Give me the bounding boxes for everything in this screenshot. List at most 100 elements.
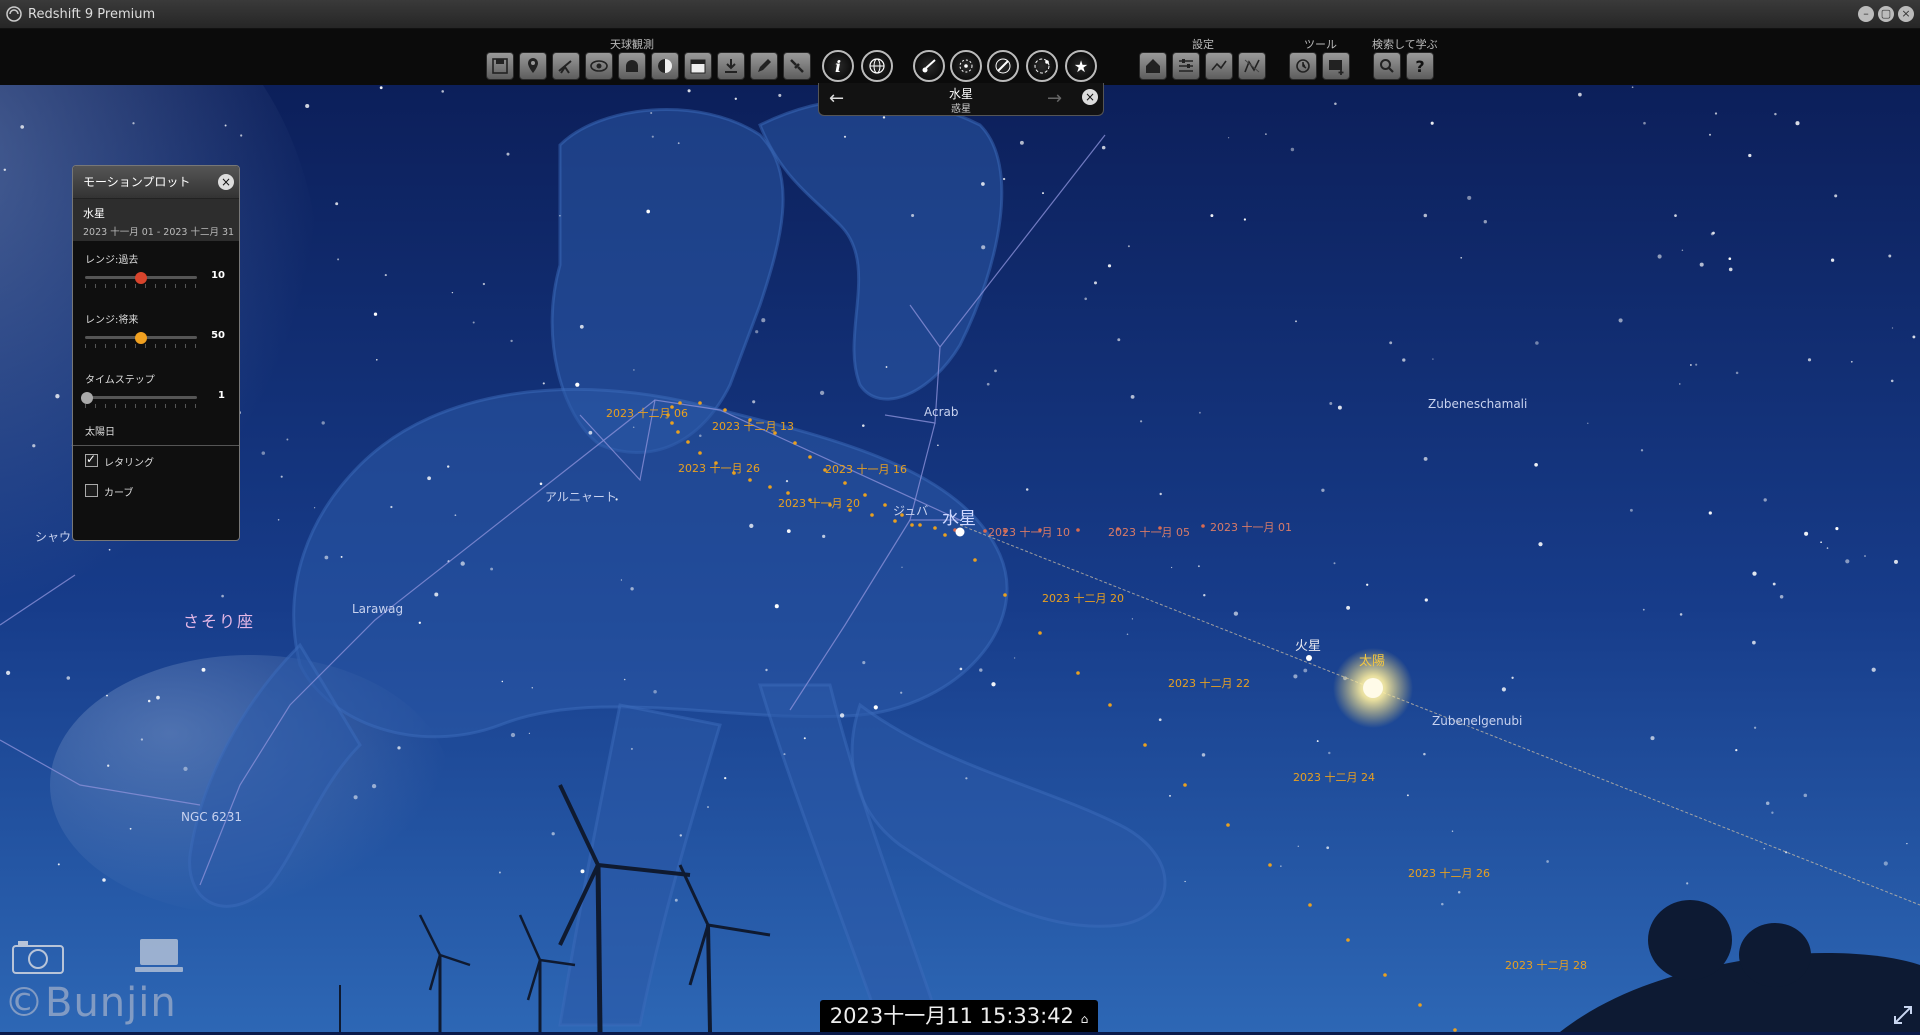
star (506, 152, 510, 156)
star (1699, 262, 1704, 267)
star (1511, 676, 1514, 679)
calendar-button[interactable] (684, 52, 712, 80)
star (1765, 801, 1770, 806)
orbit-button[interactable] (1026, 50, 1058, 82)
label-larawag[interactable]: Larawag (352, 602, 403, 616)
maximize-button[interactable]: ▢ (1878, 6, 1894, 22)
satellite-button[interactable] (783, 52, 811, 80)
constellation-icon (1211, 60, 1227, 71)
star (991, 682, 996, 687)
star (542, 382, 545, 385)
time-step-track[interactable] (85, 396, 197, 399)
moon-phase-button[interactable] (651, 52, 679, 80)
track-button[interactable] (913, 50, 945, 82)
label-jabbah[interactable]: ジュバ (893, 504, 928, 518)
label-ngc6231[interactable]: NGC 6231 (181, 810, 242, 824)
label-zubeneschamali[interactable]: Zubeneschamali (1428, 397, 1527, 411)
star (1430, 121, 1434, 125)
label-sun[interactable]: 太陽 (1359, 654, 1385, 669)
view-button[interactable] (585, 52, 613, 80)
star (1618, 318, 1623, 323)
telescope-button[interactable] (552, 52, 580, 80)
home-button[interactable] (1139, 52, 1167, 80)
time-step-unit[interactable]: 太陽日 (73, 421, 239, 446)
close-object-button[interactable]: × (1082, 89, 1098, 105)
star (1334, 102, 1337, 106)
range-past-slider[interactable] (135, 272, 147, 284)
label-mercury[interactable]: 水星 (942, 509, 976, 529)
fullscreen-icon[interactable] (1892, 1004, 1914, 1026)
label-alniyat[interactable]: アルニャート (545, 490, 617, 504)
curve-checkbox[interactable] (85, 484, 98, 497)
label-constellation[interactable]: さそり座 (183, 612, 255, 631)
motion-plot-point (1268, 863, 1272, 867)
curve-option[interactable]: カーブ (73, 476, 239, 506)
star (1328, 751, 1331, 755)
star (1774, 112, 1777, 116)
motion-plot-point (893, 519, 897, 523)
motion-plot-point (698, 451, 702, 455)
motion-plot-point (1143, 743, 1147, 747)
sun-marker[interactable] (1363, 678, 1383, 698)
star (1184, 880, 1186, 883)
star (1820, 541, 1822, 544)
forward-arrow-icon[interactable]: → (1047, 88, 1062, 109)
orbit-icon (1034, 58, 1050, 74)
label-shaula[interactable]: シャウ (35, 530, 71, 544)
star (646, 209, 651, 214)
search-button[interactable] (1373, 52, 1401, 80)
star (1406, 794, 1409, 797)
home-icon[interactable]: ⌂ (1081, 1012, 1089, 1026)
mars-marker[interactable] (1306, 655, 1312, 661)
close-window-button[interactable]: × (1898, 6, 1914, 22)
constellation-lines-button[interactable] (1205, 52, 1233, 80)
motion-plot-point (1076, 528, 1080, 532)
motion-plot-point (943, 533, 947, 537)
observe-button[interactable] (618, 52, 646, 80)
date-label-dec13: 2023 十二月 13 (712, 419, 794, 433)
motion-plot-button[interactable] (987, 50, 1019, 82)
sky-view[interactable]: 2023 十一月 01 2023 十一月 05 2023 十一月 10 2023… (0, 85, 1920, 1032)
star (1686, 882, 1689, 885)
range-future-slider[interactable] (135, 332, 147, 344)
location-button[interactable] (519, 52, 547, 80)
favorite-button[interactable]: ★ (1065, 50, 1097, 82)
constellation-figures-button[interactable] (1238, 52, 1266, 80)
motion-plot-point (918, 523, 922, 527)
star (376, 359, 378, 361)
motion-plot-point (843, 481, 847, 485)
lettering-checkbox[interactable] (85, 452, 98, 467)
star (1883, 861, 1888, 866)
star (335, 202, 339, 206)
camera-icon[interactable] (12, 940, 64, 974)
star (451, 291, 454, 294)
help-button[interactable]: ? (1406, 52, 1434, 80)
lettering-option[interactable]: レタリング (73, 446, 239, 476)
save-button[interactable] (486, 52, 514, 80)
star (677, 142, 680, 145)
star (1690, 364, 1692, 366)
tool-add-view-button[interactable] (1322, 52, 1350, 80)
star (1389, 341, 1393, 345)
close-panel-button[interactable]: × (218, 174, 234, 190)
sliders-button[interactable] (1172, 52, 1200, 80)
star (994, 369, 997, 373)
star (1695, 363, 1698, 366)
minimize-button[interactable]: – (1858, 6, 1874, 22)
target-button[interactable] (950, 50, 982, 82)
label-zubenelgenubi[interactable]: Zubenelgenubi (1432, 714, 1522, 728)
time-step-slider[interactable] (81, 392, 93, 404)
star (20, 125, 25, 129)
sky-globe-button[interactable] (861, 50, 893, 82)
motion-plot-point (1003, 593, 1007, 597)
laptop-icon[interactable] (134, 938, 184, 976)
label-acrab[interactable]: Acrab (924, 405, 959, 419)
download-button[interactable] (717, 52, 745, 80)
date-time-display[interactable]: 2023十一月11 15:33:42 ⌂ (820, 1000, 1098, 1032)
info-button[interactable]: i (822, 50, 854, 82)
tool-clock-button[interactable] (1289, 52, 1317, 80)
star (1535, 341, 1539, 345)
time-step-label: タイムステップ (85, 375, 155, 386)
edit-button[interactable] (750, 52, 778, 80)
label-mars[interactable]: 火星 (1295, 639, 1321, 654)
